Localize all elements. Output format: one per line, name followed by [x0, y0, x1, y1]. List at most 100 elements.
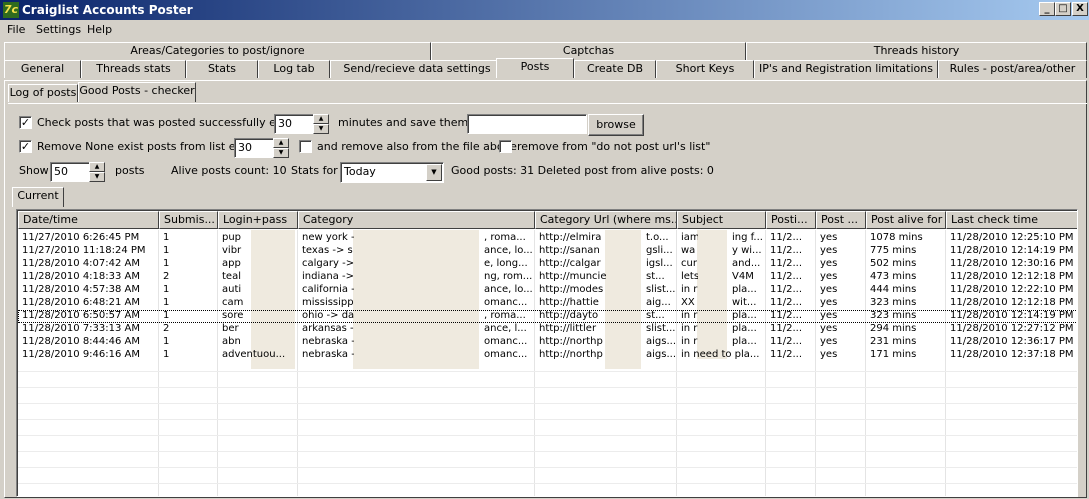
menu-settings[interactable]: Settings: [36, 23, 81, 36]
remove-from-file-checkbox[interactable]: [299, 140, 312, 153]
col-subject[interactable]: Subject: [677, 211, 766, 229]
menu-file[interactable]: File: [7, 23, 25, 36]
cell-category-tail: omanc...: [484, 349, 528, 360]
table-row[interactable]: 11/28/2010 6:48:21 AM 1 cam mississippi …: [18, 297, 1077, 310]
cell-url-tail: st...: [646, 310, 665, 321]
check-interval-input[interactable]: 30: [274, 114, 314, 134]
cell-login: adventuou...: [222, 349, 286, 360]
cell-url-tail: st...: [646, 271, 665, 282]
remove-posts-checkbox[interactable]: ✓: [19, 140, 32, 153]
table-row[interactable]: 11/28/2010 9:46:16 AM 1 adventuou... neb…: [18, 349, 1077, 362]
col-post-status[interactable]: Post ...: [816, 211, 866, 229]
stats-for-select[interactable]: Today ▼: [340, 162, 444, 183]
spin-up-icon[interactable]: ▲: [313, 114, 329, 124]
tab-rules[interactable]: Rules - post/area/other: [938, 60, 1087, 78]
col-category[interactable]: Category: [298, 211, 535, 229]
save-label: minutes and save them to: [338, 116, 483, 129]
cell-alive: 1078 mins: [870, 232, 923, 243]
tab-ip-registration[interactable]: IP's and Registration limitations: [754, 60, 938, 78]
cell-submissions: 1: [163, 284, 170, 295]
show-count-spinner[interactable]: ▲ ▼: [89, 162, 105, 182]
title-bar: 7c Craiglist Accounts Poster _ □ X: [0, 0, 1089, 20]
tab-short-keys[interactable]: Short Keys: [656, 60, 754, 78]
table-row[interactable]: 11/27/2010 6:26:45 PM 1 pup new york - ,…: [18, 232, 1077, 245]
tab-captchas[interactable]: Captchas: [431, 42, 746, 60]
col-submissions[interactable]: Submis...: [159, 211, 218, 229]
cell-status: yes: [820, 297, 838, 308]
cell-login: teal: [222, 271, 241, 282]
remove-dnp-label: remove from "do not post url's list": [517, 140, 711, 153]
remove-interval-spinner[interactable]: ▲ ▼: [273, 138, 289, 158]
subtab-log-of-posts[interactable]: Log of posts: [8, 84, 78, 102]
menu-help[interactable]: Help: [87, 23, 112, 36]
cell-date: 11/28/2010 9:46:16 AM: [22, 349, 141, 360]
cell-alive: 294 mins: [870, 323, 917, 334]
cell-status: yes: [820, 336, 838, 347]
cell-category: calgary ->: [302, 258, 354, 269]
cell-posting: 11/2...: [770, 245, 802, 256]
cell-subject-tail: V4M: [732, 271, 754, 282]
tab-threads-stats[interactable]: Threads stats: [81, 60, 186, 78]
table-row[interactable]: 11/28/2010 4:07:42 AM 1 app calgary -> e…: [18, 258, 1077, 271]
spin-up-icon[interactable]: ▲: [89, 162, 105, 172]
cell-subject-tail: pla...: [732, 336, 757, 347]
remove-dnp-checkbox[interactable]: [499, 140, 512, 153]
posts-table[interactable]: Date/time Submis... Login+pass Category …: [16, 209, 1078, 497]
table-row[interactable]: 11/28/2010 6:50:57 AM 1 sore ohio -> da …: [18, 310, 1077, 323]
table-row[interactable]: 11/28/2010 4:57:38 AM 1 auti california …: [18, 284, 1077, 297]
cell-last-check: 11/28/2010 12:22:10 PM: [950, 284, 1074, 295]
close-button[interactable]: X: [1072, 2, 1088, 16]
cell-submissions: 1: [163, 310, 170, 321]
cell-date: 11/27/2010 6:26:45 PM: [22, 232, 140, 243]
cell-last-check: 11/28/2010 12:14:19 PM: [950, 310, 1074, 321]
spin-down-icon[interactable]: ▼: [313, 124, 329, 134]
cell-posting: 11/2...: [770, 310, 802, 321]
tab-create-db[interactable]: Create DB: [574, 60, 656, 78]
tab-areas-categories[interactable]: Areas/Categories to post/ignore: [4, 42, 431, 60]
browse-button[interactable]: browse: [588, 114, 644, 136]
tab-posts[interactable]: Posts: [496, 58, 574, 78]
cell-category: california -: [302, 284, 354, 295]
subtab-good-posts-checker[interactable]: Good Posts - checker: [78, 82, 196, 102]
grid-divider: [18, 435, 1077, 436]
save-path-input[interactable]: [467, 114, 587, 134]
cell-login: auti: [222, 284, 242, 295]
minimize-button[interactable]: _: [1039, 2, 1055, 16]
window-title: Craiglist Accounts Poster: [22, 3, 193, 17]
cell-alive: 502 mins: [870, 258, 917, 269]
tab-current[interactable]: Current: [12, 187, 64, 207]
cell-subject-tail: ing f...: [732, 232, 763, 243]
col-posting[interactable]: Posti...: [766, 211, 816, 229]
col-last-check-time[interactable]: Last check time: [946, 211, 1077, 229]
tab-stats[interactable]: Stats: [186, 60, 258, 78]
spin-down-icon[interactable]: ▼: [273, 148, 289, 158]
cell-submissions: 1: [163, 297, 170, 308]
cell-category-tail: , roma...: [484, 232, 526, 243]
table-row[interactable]: 11/28/2010 4:18:33 AM 2 teal indiana -> …: [18, 271, 1077, 284]
remove-from-file-label: and remove also from the file above: [317, 140, 517, 153]
tab-log[interactable]: Log tab: [258, 60, 330, 78]
table-row[interactable]: 11/28/2010 7:33:13 AM 2 ber arkansas - a…: [18, 323, 1077, 336]
chevron-down-icon[interactable]: ▼: [426, 164, 442, 181]
table-row[interactable]: 11/27/2010 11:18:24 PM 1 vibr texas -> s…: [18, 245, 1077, 258]
col-login-pass[interactable]: Login+pass: [218, 211, 298, 229]
check-interval-spinner[interactable]: ▲ ▼: [313, 114, 329, 134]
check-posts-checkbox[interactable]: ✓: [19, 116, 32, 129]
spin-down-icon[interactable]: ▼: [89, 172, 105, 182]
cell-subject-tail: wit...: [732, 297, 757, 308]
cell-date: 11/28/2010 8:44:46 AM: [22, 336, 141, 347]
show-count-input[interactable]: 50: [50, 162, 90, 182]
table-row[interactable]: 11/28/2010 8:44:46 AM 1 abn nebraska - o…: [18, 336, 1077, 349]
tab-threads-history[interactable]: Threads history: [746, 42, 1087, 60]
cell-subject: in r: [681, 323, 698, 334]
col-category-url[interactable]: Category Url (where ms...: [535, 211, 677, 229]
tab-general[interactable]: General: [4, 60, 81, 78]
tab-send-receive-settings[interactable]: Send/recieve data settings: [330, 60, 504, 78]
col-date-time[interactable]: Date/time: [18, 211, 159, 229]
spin-up-icon[interactable]: ▲: [273, 138, 289, 148]
maximize-button[interactable]: □: [1055, 2, 1071, 16]
cell-submissions: 1: [163, 232, 170, 243]
remove-interval-input[interactable]: 30: [234, 138, 274, 158]
col-post-alive-for[interactable]: Post alive for: [866, 211, 946, 229]
cell-date: 11/28/2010 4:57:38 AM: [22, 284, 141, 295]
